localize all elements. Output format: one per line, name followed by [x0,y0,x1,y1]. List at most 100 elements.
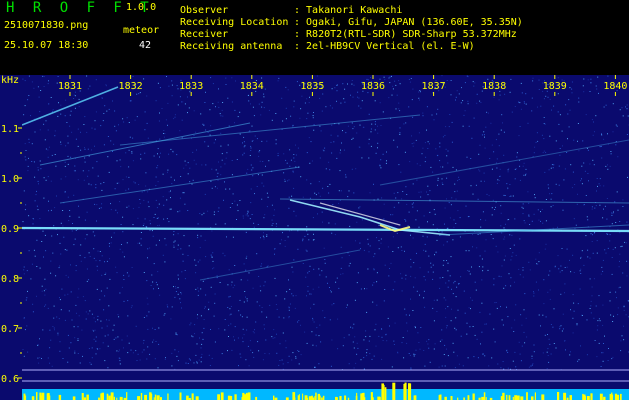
noise-speck [131,305,133,307]
noise-speck [153,217,155,218]
noise-speck [328,192,330,194]
noise-speck [262,161,264,162]
activity-bar [304,395,308,400]
noise-speck [177,211,179,213]
noise-speck [578,101,580,103]
noise-speck [491,357,493,359]
noise-speck [164,133,166,135]
noise-speck [500,225,502,227]
noise-speck [346,304,348,306]
noise-speck [300,354,302,356]
activity-bar [582,393,584,400]
noise-speck [479,255,481,257]
noise-speck [443,354,445,355]
noise-speck [503,154,505,156]
noise-speck [341,142,342,144]
noise-speck [182,253,184,255]
noise-speck [404,250,405,252]
noise-speck [77,340,79,341]
noise-speck [75,229,77,231]
noise-speck [292,271,294,273]
noise-speck [106,325,108,327]
noise-speck [242,154,244,156]
noise-speck [360,248,361,250]
noise-speck [386,340,388,342]
noise-speck [569,87,571,89]
noise-speck [356,353,358,355]
activity-bar [126,392,128,400]
noise-speck [172,151,174,153]
noise-speck [179,96,181,98]
noise-speck [599,146,601,148]
noise-speck [103,144,105,146]
noise-speck [433,348,435,350]
noise-speck [287,225,289,227]
noise-speck [417,332,419,334]
noise-speck [547,355,549,356]
noise-speck [42,75,44,77]
noise-speck [279,343,281,345]
activity-bar [81,393,84,400]
noise-speck [195,354,197,356]
noise-speck [258,103,260,105]
noise-speck [89,362,91,364]
noise-speck [39,129,41,131]
noise-speck [155,185,157,187]
noise-speck [144,111,146,113]
noise-speck [485,219,487,221]
noise-speck [213,214,215,216]
noise-speck [320,341,322,343]
noise-speck [511,234,513,236]
noise-speck [104,335,106,337]
noise-speck [458,363,460,365]
noise-speck [37,86,39,88]
noise-speck [415,219,417,221]
noise-speck [311,331,313,333]
noise-speck [500,205,502,207]
noise-speck [137,217,139,219]
noise-speck [295,295,297,297]
noise-speck [603,343,604,344]
noise-speck [595,305,597,307]
activity-bar [156,395,160,400]
noise-speck [53,305,55,307]
noise-speck [600,145,602,147]
noise-speck [445,308,446,310]
noise-speck [338,190,340,192]
noise-speck [121,244,122,245]
noise-speck [408,79,410,80]
noise-speck [439,146,441,148]
noise-speck [247,168,249,170]
noise-speck [234,122,235,124]
activity-bar [377,396,381,400]
noise-speck [181,119,183,121]
noise-speck [188,245,190,247]
noise-speck [28,157,29,159]
noise-speck [336,277,338,279]
noise-speck [177,233,179,235]
noise-speck [80,244,82,246]
noise-speck [576,324,578,326]
noise-speck [351,122,353,124]
noise-speck [549,98,551,100]
noise-speck [374,100,376,102]
noise-speck [592,252,594,254]
noise-speck [158,203,160,205]
noise-speck [79,254,81,256]
noise-speck [480,343,481,345]
noise-speck [279,360,281,361]
noise-speck [96,204,98,206]
noise-speck [211,255,213,257]
noise-speck [406,322,408,324]
noise-speck [521,324,523,326]
noise-speck [598,342,600,344]
noise-speck [549,193,550,195]
noise-speck [264,328,265,330]
noise-speck [423,290,425,292]
noise-speck [566,248,568,250]
noise-speck [163,133,165,134]
noise-speck [152,327,153,329]
noise-speck [168,153,170,155]
noise-speck [611,273,613,275]
noise-speck [500,367,502,369]
